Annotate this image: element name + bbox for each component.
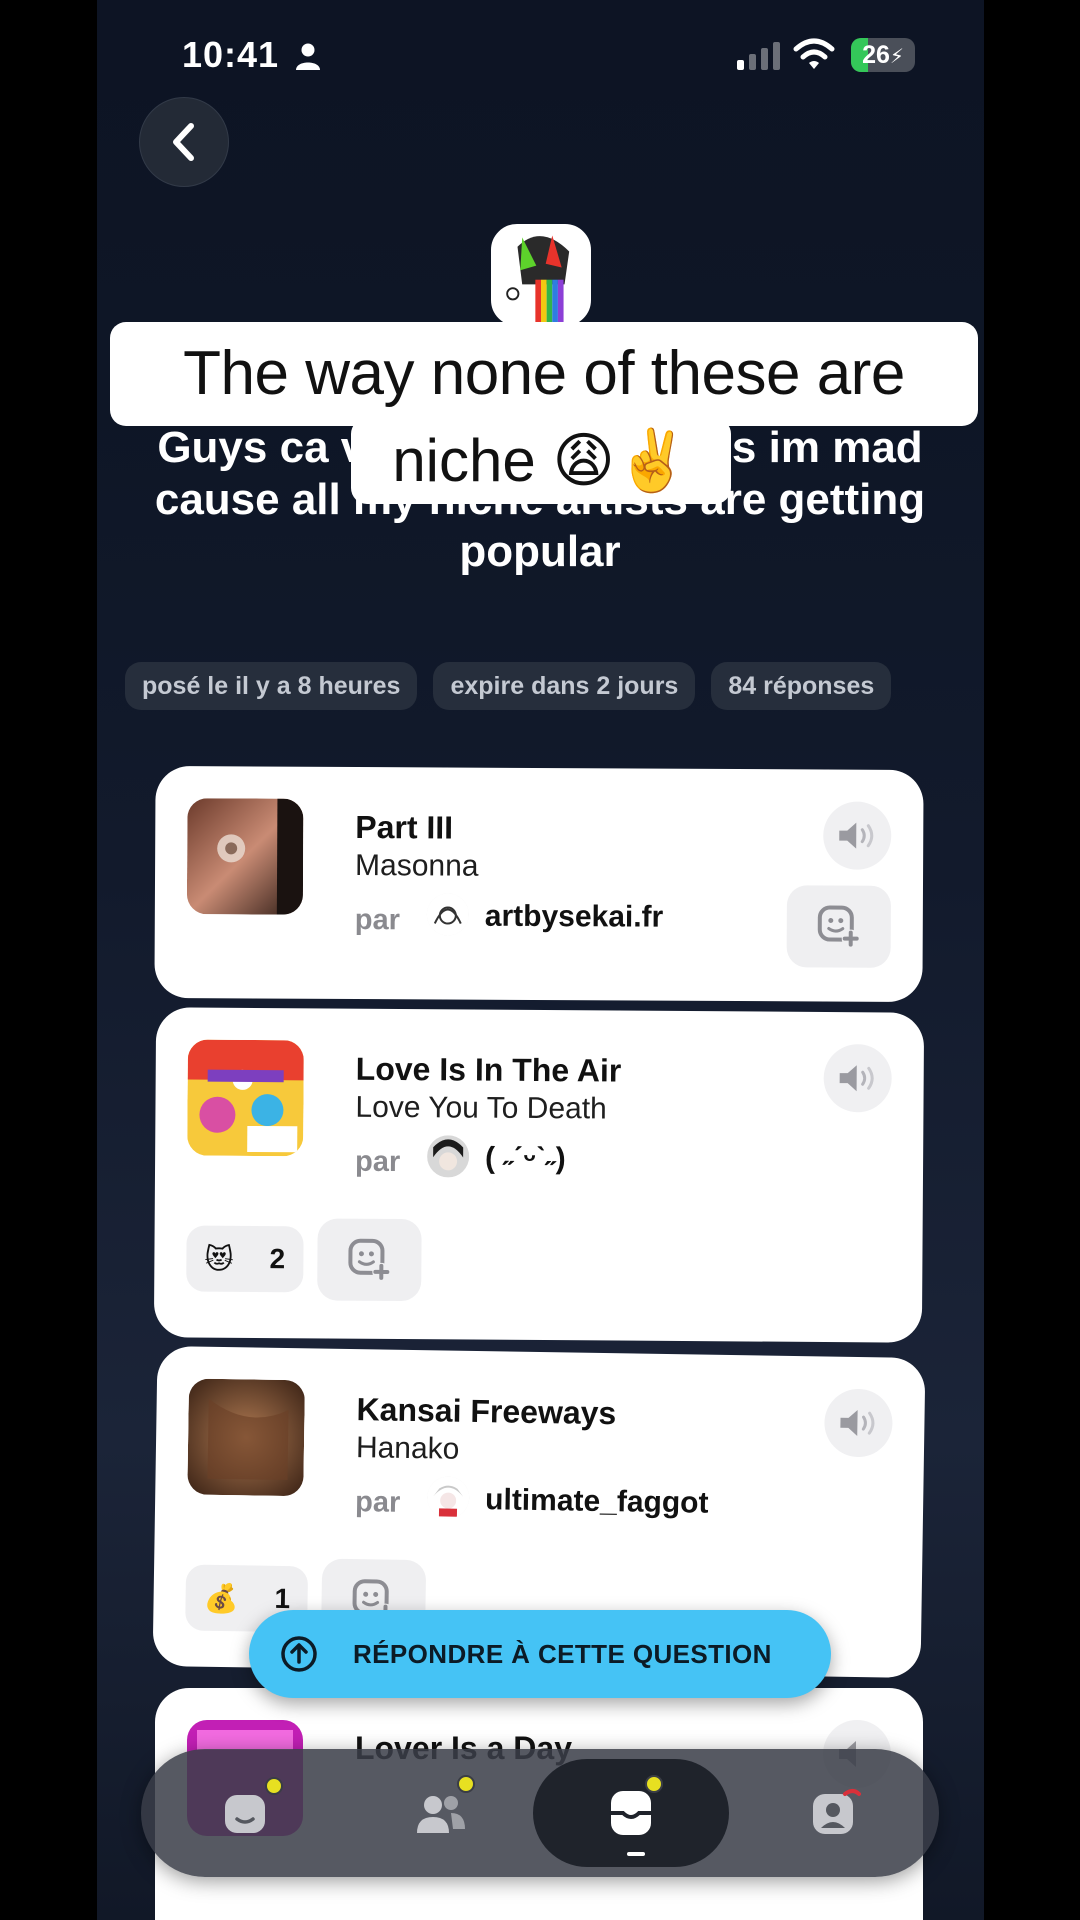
album-cover: [187, 1378, 306, 1497]
battery-text: 26⚡: [862, 41, 904, 69]
nav-active-indicator: [627, 1852, 645, 1856]
play-sound-button[interactable]: [823, 1388, 893, 1458]
profile-icon: [813, 1789, 861, 1834]
arrow-up-circle-icon: [281, 1636, 317, 1672]
nav-friends[interactable]: [343, 1749, 539, 1877]
reaction-chip[interactable]: 😻 2: [186, 1225, 304, 1293]
overlay-caption-line2: niche 😩✌️: [351, 418, 731, 504]
song-title: Love Is In The Air: [355, 1050, 622, 1089]
by-label: par: [354, 1486, 401, 1519]
user-avatar[interactable]: [426, 1135, 470, 1178]
answer-question-label: RÉPONDRE À CETTE QUESTION: [353, 1638, 772, 1669]
overlay-caption-line1: The way none of these are: [110, 322, 978, 426]
notification-dot: [457, 1775, 475, 1793]
nav-inbox[interactable]: [533, 1759, 729, 1867]
by-label: par: [354, 1145, 401, 1179]
smile-face-icon: [225, 1795, 265, 1833]
notification-dot: [265, 1777, 283, 1795]
status-bar: 10:41 26⚡: [97, 30, 984, 80]
nav-profile[interactable]: [737, 1749, 933, 1877]
album-cover: [186, 798, 304, 915]
question-meta: posé le il y a 8 heures expire dans 2 jo…: [125, 662, 966, 710]
song-title: Kansai Freeways: [356, 1391, 617, 1432]
answer-count-chip: 84 réponses: [711, 662, 892, 710]
status-time: 10:41: [182, 34, 280, 75]
answer-question-button[interactable]: RÉPONDRE À CETTE QUESTION: [249, 1610, 831, 1698]
user-avatar[interactable]: [426, 1476, 470, 1519]
speaker-icon: [840, 1409, 875, 1436]
app-screen: 10:41 26⚡ Guys ca im mad cause all are g…: [97, 0, 984, 1920]
song-artist: Masonna: [355, 849, 479, 883]
reaction-emoji: 😻: [204, 1243, 234, 1275]
song-title: Part III: [355, 809, 454, 846]
signal-icon: [737, 42, 780, 70]
play-sound-button[interactable]: [823, 1043, 892, 1113]
expires-chip: expire dans 2 jours: [433, 662, 696, 710]
nav-home[interactable]: [147, 1749, 343, 1877]
add-reaction-button[interactable]: [786, 885, 891, 968]
answer-card[interactable]: Part III Masonna par artbysekai.fr: [154, 765, 924, 1003]
add-reaction-icon: [817, 905, 860, 948]
song-artist: Love You To Death: [355, 1090, 607, 1126]
back-button[interactable]: [139, 97, 229, 187]
battery-indicator: 26⚡: [851, 38, 915, 72]
inbox-icon: [609, 1791, 653, 1835]
person-icon: [296, 43, 320, 70]
wifi-icon: [793, 38, 835, 69]
album-cover: [187, 1039, 304, 1157]
asker-avatar: [491, 224, 591, 326]
username[interactable]: artbysekai.fr: [485, 900, 664, 935]
asked-time-chip: posé le il y a 8 heures: [125, 662, 418, 710]
notification-dot: [645, 1775, 663, 1793]
by-label: par: [354, 904, 401, 937]
add-reaction-button[interactable]: [316, 1218, 422, 1302]
add-reaction-icon: [348, 1238, 391, 1281]
user-avatar[interactable]: [426, 893, 469, 936]
username[interactable]: ( ˶ˊᵕˋ˶): [485, 1142, 566, 1177]
play-sound-button[interactable]: [823, 801, 892, 870]
speaker-icon: [839, 1065, 874, 1092]
answer-card[interactable]: Love Is In The Air Love You To Death par…: [153, 1007, 925, 1343]
friends-icon: [417, 1796, 465, 1833]
chevron-left-icon: [173, 123, 194, 161]
reaction-count: 2: [269, 1243, 286, 1275]
bottom-nav: [141, 1749, 939, 1877]
reaction-emoji: 💰: [203, 1582, 239, 1614]
username[interactable]: ultimate_faggot: [485, 1483, 709, 1521]
song-artist: Hanako: [355, 1431, 460, 1466]
speaker-icon: [839, 822, 874, 849]
